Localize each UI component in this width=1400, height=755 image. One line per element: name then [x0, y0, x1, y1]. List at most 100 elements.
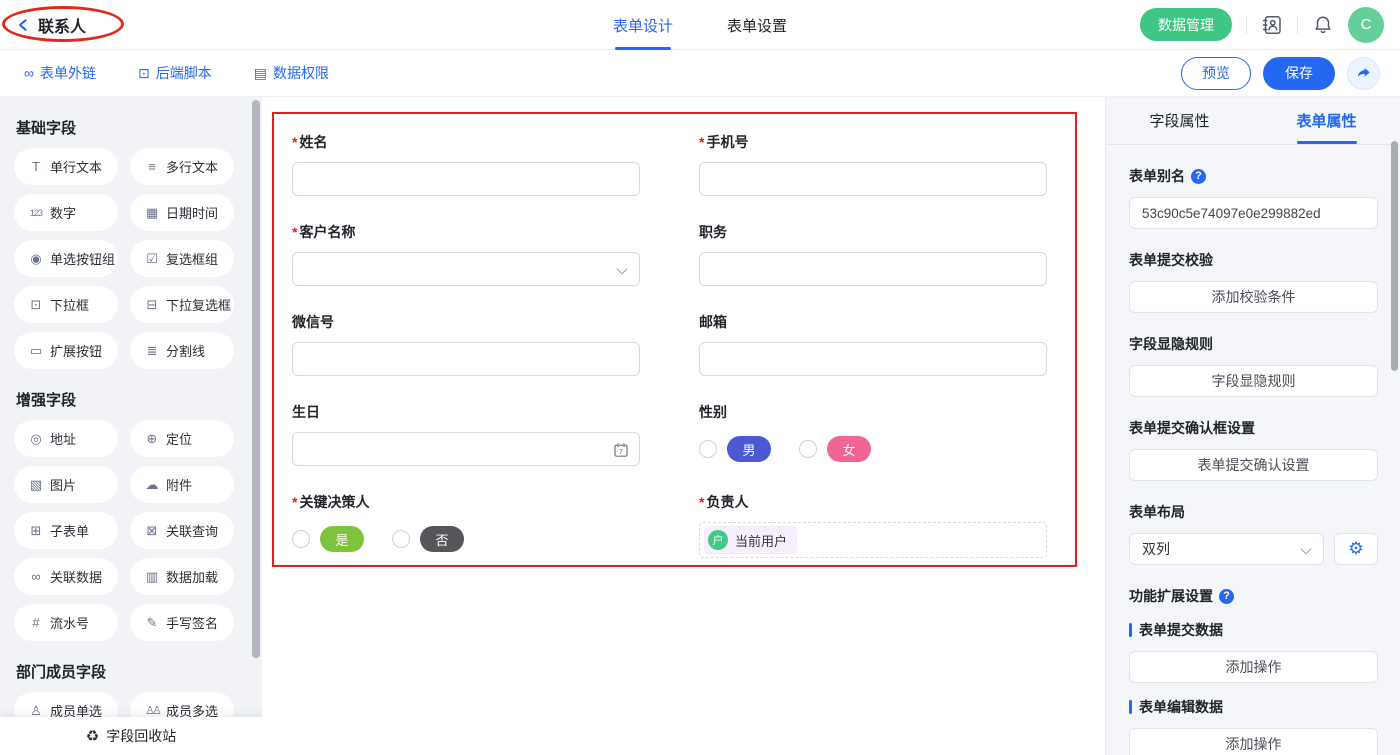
field-recycle-bin-button[interactable]: ♻ 字段回收站 — [0, 717, 262, 755]
extend-button-icon: ▭ — [27, 343, 45, 359]
field-gender: 性别 男 女 — [699, 402, 1047, 466]
sidebar-item-location[interactable]: ⊕定位 — [130, 420, 234, 457]
layout-settings-button[interactable]: ⚙ — [1334, 533, 1378, 565]
add-submit-action-button[interactable]: 添加操作 — [1129, 651, 1378, 683]
panel-scrollbar[interactable] — [1391, 141, 1398, 371]
layout-select[interactable]: 双列 — [1129, 533, 1324, 565]
signature-icon: ✎ — [143, 615, 161, 631]
phone-input[interactable] — [699, 162, 1047, 196]
properties-panel: 字段属性 表单属性 表单别名? 表单提交校验 添加校验条件 字段显隐规则 字段显… — [1105, 97, 1400, 755]
help-icon[interactable]: ? — [1191, 169, 1206, 184]
required-mark: * — [292, 494, 297, 510]
sidebar-item-number[interactable]: 123数字 — [14, 194, 118, 231]
radio-icon — [699, 440, 717, 458]
section-marker — [1129, 623, 1132, 637]
subgroup-edit-data: 表单编辑数据 — [1129, 697, 1378, 717]
sidebar-item-signature[interactable]: ✎手写签名 — [130, 604, 234, 641]
sidebar-item-single-line-text[interactable]: T单行文本 — [14, 148, 118, 185]
select-icon: ⊡ — [27, 297, 45, 313]
sidebar-item-attachment[interactable]: ☁附件 — [130, 466, 234, 503]
required-mark: * — [292, 224, 297, 240]
field-key-decision-maker: *关键决策人 是 否 — [292, 492, 640, 558]
sidebar-item-multi-line-text[interactable]: ≡多行文本 — [130, 148, 234, 185]
calendar-icon: 7 — [613, 442, 629, 458]
tab-form-design[interactable]: 表单设计 — [613, 0, 673, 50]
datetime-icon: ▦ — [143, 205, 161, 221]
number-icon: 123 — [27, 208, 45, 218]
sidebar-item-linked-query[interactable]: ⊠关联查询 — [130, 512, 234, 549]
preview-button[interactable]: 预览 — [1181, 57, 1251, 90]
field-name: *姓名 — [292, 132, 640, 196]
visibility-rules-button[interactable]: 字段显隐规则 — [1129, 365, 1378, 397]
divider — [1246, 16, 1247, 34]
sidebar-item-datetime[interactable]: ▦日期时间 — [130, 194, 234, 231]
name-input[interactable] — [292, 162, 640, 196]
email-input[interactable] — [699, 342, 1047, 376]
gear-icon: ⚙ — [1348, 539, 1363, 559]
sidebar-scrollbar[interactable] — [252, 100, 260, 658]
tab-form-properties[interactable]: 表单属性 — [1253, 97, 1400, 144]
decision-option-yes[interactable]: 是 — [292, 526, 364, 552]
backend-script-button[interactable]: ⊡ 后端脚本 — [138, 63, 212, 83]
sidebar-item-serial-number[interactable]: #流水号 — [14, 604, 118, 641]
external-link-button[interactable]: ∞ 表单外链 — [24, 63, 96, 83]
wechat-input[interactable] — [292, 342, 640, 376]
sidebar-item-image[interactable]: ▧图片 — [14, 466, 118, 503]
chevron-down-icon — [1300, 543, 1311, 554]
customer-select[interactable] — [292, 252, 640, 286]
back-button[interactable]: 联系人 — [16, 13, 86, 37]
main-area: 基础字段 T单行文本 ≡多行文本 123数字 ▦日期时间 ◉单选按钮组 ☑复选框… — [0, 97, 1400, 755]
avatar[interactable]: C — [1348, 7, 1384, 43]
back-chevron-icon — [16, 17, 32, 33]
job-title-input[interactable] — [699, 252, 1047, 286]
topbar-actions: 数据管理 C — [1140, 7, 1384, 43]
form-alias-input[interactable] — [1129, 197, 1378, 229]
subform-icon: ⊞ — [27, 523, 45, 539]
sidebar-item-address[interactable]: ◎地址 — [14, 420, 118, 457]
required-mark: * — [292, 134, 297, 150]
group-form-layout: 表单布局 双列 ⚙ — [1129, 502, 1378, 565]
gender-option-male[interactable]: 男 — [699, 436, 771, 462]
sidebar-item-data-load[interactable]: ▥数据加载 — [130, 558, 234, 595]
toolbar-actions: 预览 保存 — [1181, 57, 1380, 90]
data-permission-button[interactable]: ▤ 数据权限 — [254, 63, 329, 83]
single-line-text-icon: T — [27, 159, 45, 174]
attachment-icon: ☁ — [143, 477, 161, 493]
current-user-tag[interactable]: 户 当前用户 — [704, 526, 797, 554]
birthday-date-input[interactable]: 7 — [292, 432, 640, 466]
sidebar-item-divider-line[interactable]: ≣分割线 — [130, 332, 234, 369]
share-button[interactable] — [1347, 57, 1380, 90]
save-button[interactable]: 保存 — [1263, 57, 1335, 90]
sidebar-item-extend-button[interactable]: ▭扩展按钮 — [14, 332, 118, 369]
data-manage-button[interactable]: 数据管理 — [1140, 8, 1232, 41]
bell-icon[interactable] — [1312, 14, 1334, 36]
gender-option-female[interactable]: 女 — [799, 436, 871, 462]
location-icon: ⊕ — [143, 431, 161, 447]
sidebar-item-radio-group[interactable]: ◉单选按钮组 — [14, 240, 118, 277]
add-edit-action-button[interactable]: 添加操作 — [1129, 728, 1378, 755]
address-icon: ◎ — [27, 431, 45, 447]
tab-field-properties[interactable]: 字段属性 — [1106, 97, 1253, 144]
checkbox-group-icon: ☑ — [143, 251, 161, 267]
form-selection-box: *姓名 *手机号 *客户名称 职务 微信号 — [272, 112, 1077, 567]
sidebar-item-subform[interactable]: ⊞子表单 — [14, 512, 118, 549]
group-submit-validation: 表单提交校验 添加校验条件 — [1129, 250, 1378, 313]
add-validation-button[interactable]: 添加校验条件 — [1129, 281, 1378, 313]
radio-group-icon: ◉ — [27, 251, 45, 267]
contact-book-icon[interactable] — [1261, 14, 1283, 36]
sidebar-item-checkbox-group[interactable]: ☑复选框组 — [130, 240, 234, 277]
submit-confirm-button[interactable]: 表单提交确认设置 — [1129, 449, 1378, 481]
field-customer-name: *客户名称 — [292, 222, 640, 286]
tab-form-settings[interactable]: 表单设置 — [727, 0, 787, 50]
help-icon[interactable]: ? — [1219, 589, 1234, 604]
decision-option-no[interactable]: 否 — [392, 526, 464, 552]
sidebar-item-linked-data[interactable]: ∞关联数据 — [14, 558, 118, 595]
owner-user-field[interactable]: 户 当前用户 — [699, 522, 1047, 558]
page-title: 联系人 — [38, 13, 86, 37]
serial-number-icon: # — [27, 615, 45, 630]
section-title-members: 部门成员字段 — [16, 661, 234, 682]
sidebar-item-multi-select[interactable]: ⊟下拉复选框 — [130, 286, 234, 323]
chevron-down-icon — [616, 263, 627, 274]
sidebar-item-select[interactable]: ⊡下拉框 — [14, 286, 118, 323]
radio-icon — [392, 530, 410, 548]
